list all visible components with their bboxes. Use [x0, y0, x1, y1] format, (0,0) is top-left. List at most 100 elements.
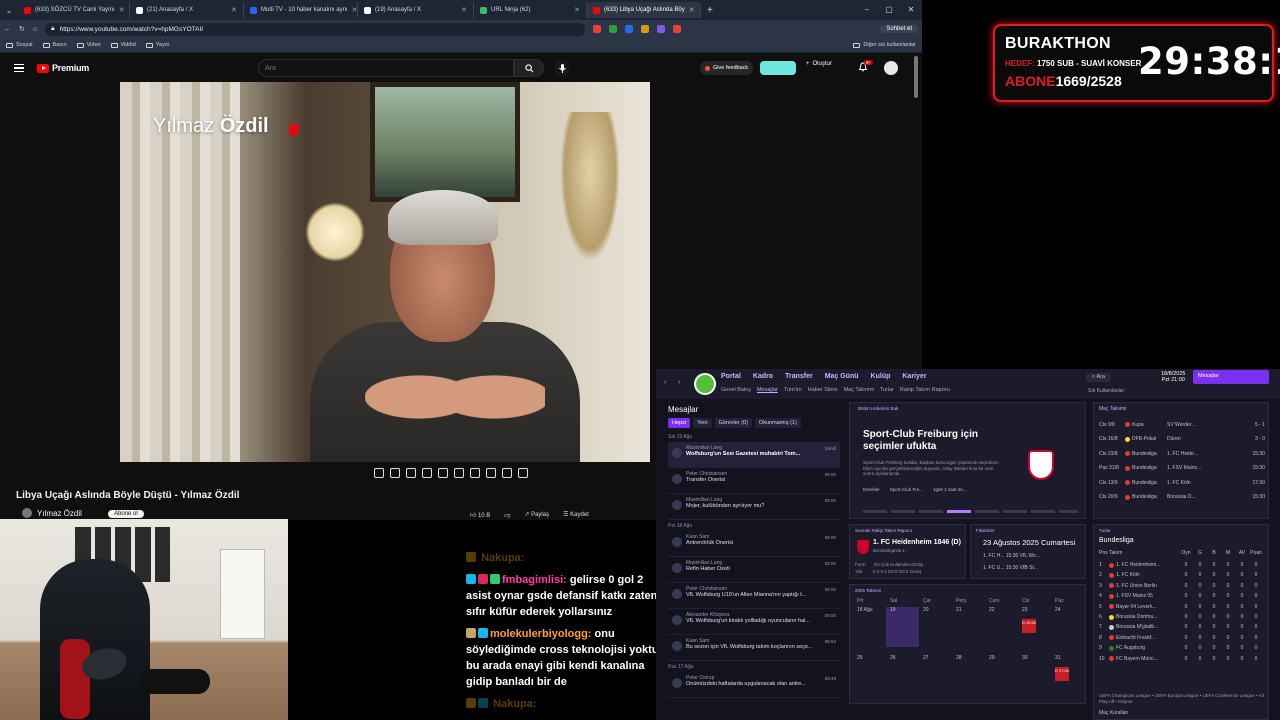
fm-calendar-cell[interactable]: 29: [985, 655, 1018, 695]
fm-table-link[interactable]: Maç Kuralları: [1099, 710, 1128, 716]
fm-table-column[interactable]: Puan: [1249, 550, 1263, 556]
fm-calendar-cell[interactable]: 25: [853, 655, 886, 695]
fm-inbox-tab[interactable]: Görevler (0): [714, 418, 752, 428]
avatar[interactable]: [884, 61, 898, 75]
bookmark-folder[interactable]: Sosyal: [6, 42, 33, 48]
fm-table-column[interactable]: B: [1207, 550, 1221, 556]
fm-table-row[interactable]: 7 Borussia M'gladb... 0 0 0 0 0 0: [1099, 622, 1265, 632]
home-icon[interactable]: ⌂: [33, 26, 37, 33]
fm-message-row[interactable]: Peter Ostrup Önümüzdeki haftalarda uygula…: [668, 672, 840, 698]
fm-calendar-header[interactable]: 2025 Takvimi: [855, 588, 881, 593]
bookmark-folder[interactable]: Video: [76, 42, 101, 48]
fm-subnav-item[interactable]: Genel Bakış: [721, 387, 751, 393]
extension-icon[interactable]: [609, 25, 618, 33]
fm-subnav-item[interactable]: Maç Takvimi: [844, 387, 874, 393]
browser-tab[interactable]: URL Ninja (62) ✕: [474, 2, 587, 18]
bookmark-folder[interactable]: Viddid: [110, 42, 136, 48]
fm-calendar-cell[interactable]: 28: [952, 655, 985, 695]
club-crest-icon[interactable]: [694, 373, 716, 395]
fm-subnav-item[interactable]: Mesajlar: [757, 387, 778, 393]
menu-icon[interactable]: [14, 64, 24, 72]
new-tab-icon[interactable]: +: [707, 5, 713, 16]
clip-icon[interactable]: [422, 468, 432, 478]
fullscreen-icon[interactable]: [486, 468, 496, 478]
close-icon[interactable]: ✕: [900, 0, 922, 20]
fm-table-column[interactable]: Oyn: [1179, 550, 1193, 556]
settings-icon[interactable]: [518, 468, 528, 478]
subtitles-icon[interactable]: [406, 468, 416, 478]
mic-icon[interactable]: [554, 60, 570, 76]
fm-nav-item[interactable]: Kulüp: [871, 373, 891, 380]
fm-news-card[interactable]: Bütün Haberleri Bak Sport-Club Freiburg …: [849, 402, 1086, 519]
fm-table-row[interactable]: 5 Bayer 04 Leverk... 0 0 0 0 0 0: [1099, 602, 1265, 612]
tab-close-icon[interactable]: ✕: [689, 6, 695, 14]
fm-table-row[interactable]: 9 FC Augsburg 0 0 0 0 0 0: [1099, 643, 1265, 653]
browser-tab[interactable]: (633) SÖZCÜ TV Canlı Yayını ✕: [18, 2, 130, 18]
browser-tab[interactable]: (21) Anasayfa / X ✕: [130, 2, 244, 18]
fm-table-row[interactable]: 1 1. FC Heidenheim... 0 0 0 0 0 0: [1099, 560, 1265, 570]
reload-icon[interactable]: ↻: [19, 25, 25, 33]
fm-forward-icon[interactable]: ›: [678, 379, 680, 386]
extension-icon[interactable]: [641, 25, 650, 33]
fm-inbox-tab[interactable]: Okunmamış (1): [754, 418, 801, 428]
other-bookmarks[interactable]: Diğer sık kullanılanlar: [853, 42, 916, 48]
fm-search-button[interactable]: ⌕ Ara: [1086, 373, 1111, 382]
fm-calendar-cell[interactable]: 27: [919, 655, 952, 695]
tab-menu-icon[interactable]: ⌄: [0, 6, 18, 15]
feedback-button[interactable]: Give feedback: [700, 61, 754, 75]
premium-toggle[interactable]: [760, 61, 796, 75]
loop-icon[interactable]: [374, 468, 384, 478]
fm-fixture-row[interactable]: Cts 20/9 Bundesliga Borussia D... 15:30: [1099, 491, 1265, 504]
fm-nav-item[interactable]: Portal: [721, 373, 741, 380]
browser-tab[interactable]: (633) Libya Uçağı Aslında Böy ✕: [587, 2, 701, 18]
fm-subnav-item[interactable]: Turlar: [880, 387, 894, 393]
fm-table-row[interactable]: 2 1. FC Köln 0 0 0 0 0 0: [1099, 570, 1265, 580]
channel-avatar[interactable]: [22, 508, 32, 518]
fm-news-tag[interactable]: Bütün Haberleri Bak: [858, 406, 898, 411]
fm-fixture-row[interactable]: Cts 16/8 DFB-Pokal Düren 3 - 0: [1099, 433, 1265, 446]
fm-table-column[interactable]: G: [1193, 550, 1207, 556]
save-button[interactable]: ☰ Kaydet: [563, 511, 589, 519]
fm-continue-button[interactable]: Mesajlar: [1193, 370, 1269, 384]
fm-message-row[interactable]: Alexander Klitzpera VfL Wolfsburg'un kira…: [668, 609, 840, 635]
fm-back-icon[interactable]: ‹: [664, 379, 666, 386]
extension-icon[interactable]: [593, 25, 602, 33]
fm-subnav-item[interactable]: Haber Sitesi: [808, 387, 838, 393]
bookmark-folder[interactable]: Yayın: [145, 42, 169, 48]
back-icon[interactable]: ←: [4, 26, 11, 33]
fm-calendar-cell[interactable]: 30: [1018, 655, 1051, 695]
fm-calendar-cell[interactable]: 18 Ağu: [853, 607, 886, 647]
extension-icon[interactable]: [657, 25, 666, 33]
fm-nav-item[interactable]: Kariyer: [902, 373, 926, 380]
fm-table-header[interactable]: Turlar: [1099, 528, 1111, 533]
fm-fixture-row[interactable]: Cts 23/8 Bundesliga 1. FC Heide... 15:30: [1099, 447, 1265, 460]
fm-table-column[interactable]: Pos: [1099, 550, 1109, 556]
fm-table-row[interactable]: 8 Eintracht Frankf... 0 0 0 0 0 0: [1099, 633, 1265, 643]
fm-calendar-cell[interactable]: 24: [1051, 607, 1084, 647]
create-button[interactable]: + Oluştur: [806, 61, 832, 67]
screenshot-icon[interactable]: [502, 468, 512, 478]
audio-icon[interactable]: [390, 468, 400, 478]
fm-table-column[interactable]: AV: [1235, 550, 1249, 556]
fm-fixture-row[interactable]: Paz 31/8 Bundesliga 1. FSV Mainz... 15:30: [1099, 462, 1265, 475]
fm-fixture-row[interactable]: Cts 9/8 Kupa SV Werder... 5 - 1: [1099, 418, 1265, 431]
tab-close-icon[interactable]: ✕: [352, 6, 357, 14]
fm-nav-item[interactable]: Transfer: [785, 373, 813, 380]
extension-icon[interactable]: [625, 25, 634, 33]
fm-subnav-item[interactable]: Rakip Takım Raporu: [900, 387, 950, 393]
extension-icon[interactable]: [673, 25, 682, 33]
fm-message-row[interactable]: Maximilian Lang Refin Haber Özeti 09:00: [668, 557, 840, 583]
fm-message-row[interactable]: Peter Christiansen VfL Wolfsburg U19'un A…: [668, 583, 840, 609]
search-button[interactable]: [514, 59, 544, 77]
chat-button[interactable]: Sohbet et: [880, 25, 918, 33]
fm-subnav-item[interactable]: Tüm'im: [784, 387, 802, 393]
fm-calendar-cell[interactable]: 23 D 15:30: [1018, 607, 1051, 647]
fm-shortcuts[interactable]: Sık Kullanılanlar: [1088, 388, 1124, 394]
share-button[interactable]: ↗ Paylaş: [524, 511, 549, 519]
maximize-icon[interactable]: ▢: [878, 0, 900, 20]
youtube-logo[interactable]: Premium: [37, 63, 89, 73]
fm-calendar-cell[interactable]: 20: [919, 607, 952, 647]
miniplayer-icon[interactable]: [438, 468, 448, 478]
fm-message-row[interactable]: Kaan Sam Bu sezon için VfL Wolfsburg takı…: [668, 635, 840, 661]
search-input[interactable]: [258, 59, 514, 77]
